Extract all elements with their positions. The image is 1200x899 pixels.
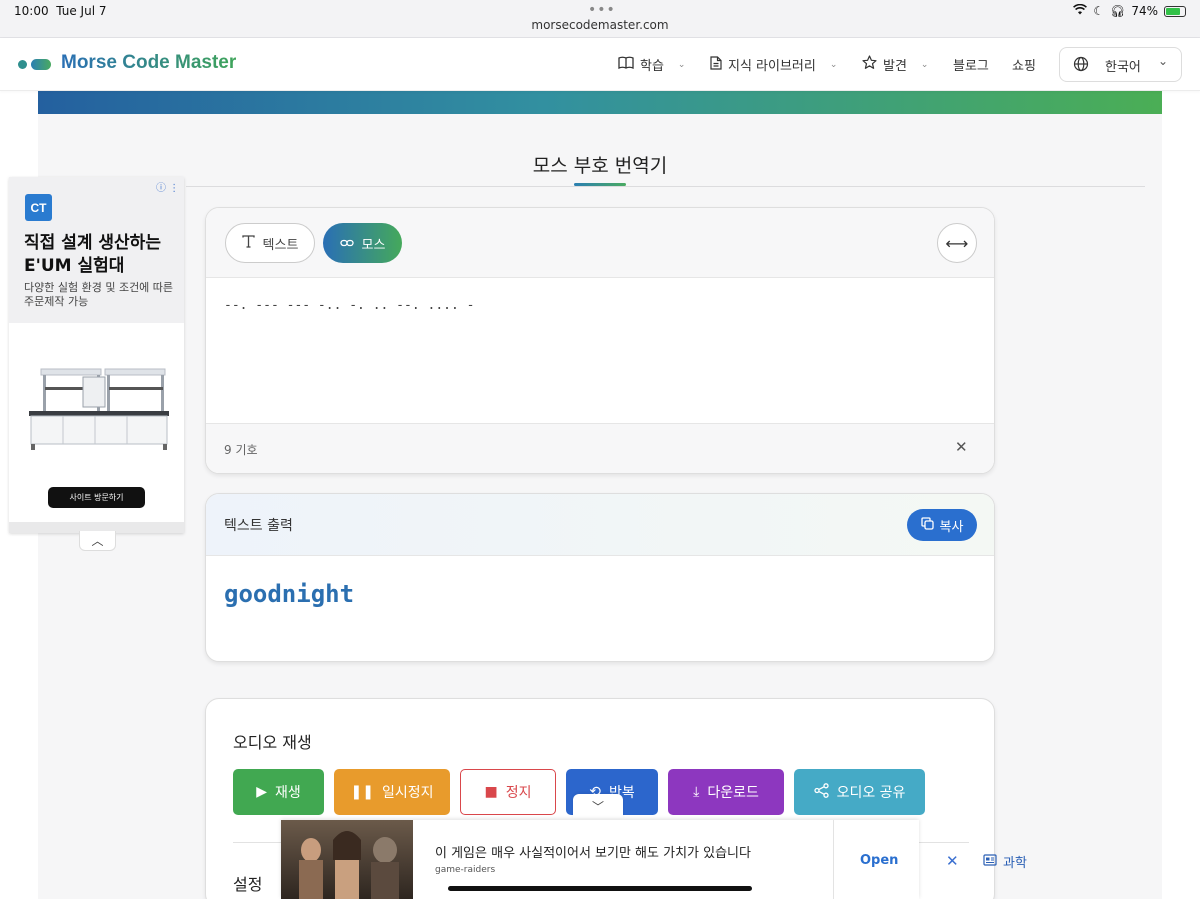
ad-open-button[interactable]: Open [860, 853, 898, 868]
wifi-icon [1073, 3, 1088, 18]
ad-info-icon[interactable]: ⓘ ⋮ [156, 179, 179, 194]
ad-title: 이 게임은 매우 사실적이어서 보기만 해도 가치가 있습니다 [435, 846, 751, 861]
hero-banner [38, 91, 1162, 114]
tab-morse[interactable]: 모스 [323, 223, 402, 263]
download-icon: ⤓ [693, 784, 700, 800]
ad-logo: CT [25, 194, 52, 221]
status-time: 10:00 Tue Jul 7 [14, 4, 107, 18]
divider [833, 820, 834, 899]
ad-headline: 직접 설계 생산하는 E'UM 실험대 [24, 233, 161, 276]
chevron-down-icon: ⌄ [677, 59, 686, 70]
pause-button[interactable]: ❚❚ 일시정지 [334, 769, 450, 815]
divider [186, 186, 1145, 187]
battery-icon [1164, 5, 1186, 17]
output-title: 텍스트 출력 [224, 518, 293, 534]
status-bar: 10:00 Tue Jul 7 ••• morsecodemaster.com … [0, 0, 1200, 38]
chevron-up-icon[interactable]: ︿ [79, 531, 116, 551]
swap-arrows-icon: ⟷ [945, 233, 969, 253]
headphones-icon: 🎧︎ [1110, 4, 1126, 18]
nav-knowledge-library[interactable]: 지식 라이브러리 ⌄ [710, 55, 837, 74]
chevron-down-icon: ⌄ [920, 59, 929, 70]
ad-visit-button[interactable]: 사이트 방문하기 [48, 487, 145, 508]
news-icon [983, 853, 997, 870]
close-icon[interactable]: ✕ [946, 852, 959, 870]
ad-source: game-raiders [435, 865, 496, 875]
more-dots-icon[interactable]: ••• [588, 2, 616, 18]
star-icon [862, 55, 877, 74]
swap-direction-button[interactable]: ⟷ [937, 223, 977, 263]
status-icons: ☾ 🎧︎ 74% [1073, 3, 1186, 18]
chevron-down-icon[interactable]: ﹀ [573, 794, 623, 818]
input-footer: 9 기호 ✕ [206, 423, 994, 473]
ad-subtext: 다양한 실험 환경 및 조건에 따른 주문제작 가능 [24, 281, 174, 308]
top-navbar: Morse Code Master 학습 ⌄ 지식 라이브러리 ⌄ 발견 ⌄ 블… [0, 38, 1200, 91]
clear-icon[interactable]: ✕ [955, 438, 968, 456]
chevron-down-icon: ⌄ [829, 59, 838, 70]
nav-discover[interactable]: 발견 ⌄ [862, 55, 928, 74]
settings-heading: 설정 [233, 875, 263, 894]
symbol-count: 9 기호 [224, 443, 258, 457]
share-audio-button[interactable]: 오디오 공유 [794, 769, 925, 815]
moon-icon: ☾ [1093, 4, 1105, 18]
book-icon [618, 56, 634, 73]
lab-bench-image [23, 367, 173, 456]
text-output-card: 텍스트 출력 복사 goodnight [205, 493, 995, 662]
copy-button[interactable]: 복사 [907, 509, 977, 541]
language-select[interactable]: 한국어 ⌄ [1059, 47, 1182, 82]
category-badge[interactable]: 과학 [983, 852, 1027, 871]
document-icon [710, 55, 722, 74]
play-icon: ▶ [256, 784, 267, 800]
nav-learn[interactable]: 학습 ⌄ [618, 55, 685, 74]
nav-blog[interactable]: 블로그 [953, 55, 989, 74]
output-header: 텍스트 출력 복사 [206, 494, 994, 556]
stop-icon: ■ [484, 784, 498, 800]
text-icon [241, 234, 255, 252]
chevron-down-icon: ⌄ [1158, 54, 1169, 68]
game-ad-image [281, 820, 413, 899]
side-ad[interactable]: ⓘ ⋮ CT 직접 설계 생산하는 E'UM 실험대 다양한 실험 환경 및 조… [9, 177, 184, 533]
nav-shop[interactable]: 쇼핑 [1012, 55, 1036, 74]
site-logo[interactable]: Morse Code Master [61, 52, 236, 74]
mode-tabbar: 텍스트 모스 ⟷ [206, 208, 994, 278]
audio-title: 오디오 재생 [233, 733, 312, 752]
copy-icon [920, 516, 934, 534]
page-title: 모스 부호 번역기 [532, 155, 668, 177]
download-button[interactable]: ⤓ 다운로드 [668, 769, 784, 815]
logo-dash-icon[interactable] [31, 59, 51, 70]
battery-percent: 74% [1131, 4, 1158, 18]
address-url[interactable]: morsecodemaster.com [0, 18, 1200, 32]
link-icon [339, 236, 354, 251]
home-indicator[interactable] [448, 886, 752, 891]
share-icon [813, 782, 829, 802]
morse-input[interactable]: --. --- --- -.. -. .. --. .... - [224, 298, 474, 313]
logo-dot-icon[interactable] [18, 60, 27, 69]
stop-button[interactable]: ■ 정지 [460, 769, 556, 815]
play-button[interactable]: ▶ 재생 [233, 769, 324, 815]
tab-text[interactable]: 텍스트 [225, 223, 315, 263]
language-label: 한국어 [1105, 60, 1141, 75]
morse-input-card: 텍스트 모스 ⟷ --. --- --- -.. -. .. --. .... … [205, 207, 995, 474]
translated-text: goodnight [224, 580, 355, 608]
pause-icon: ❚❚ [350, 784, 374, 800]
globe-icon [1073, 56, 1089, 76]
